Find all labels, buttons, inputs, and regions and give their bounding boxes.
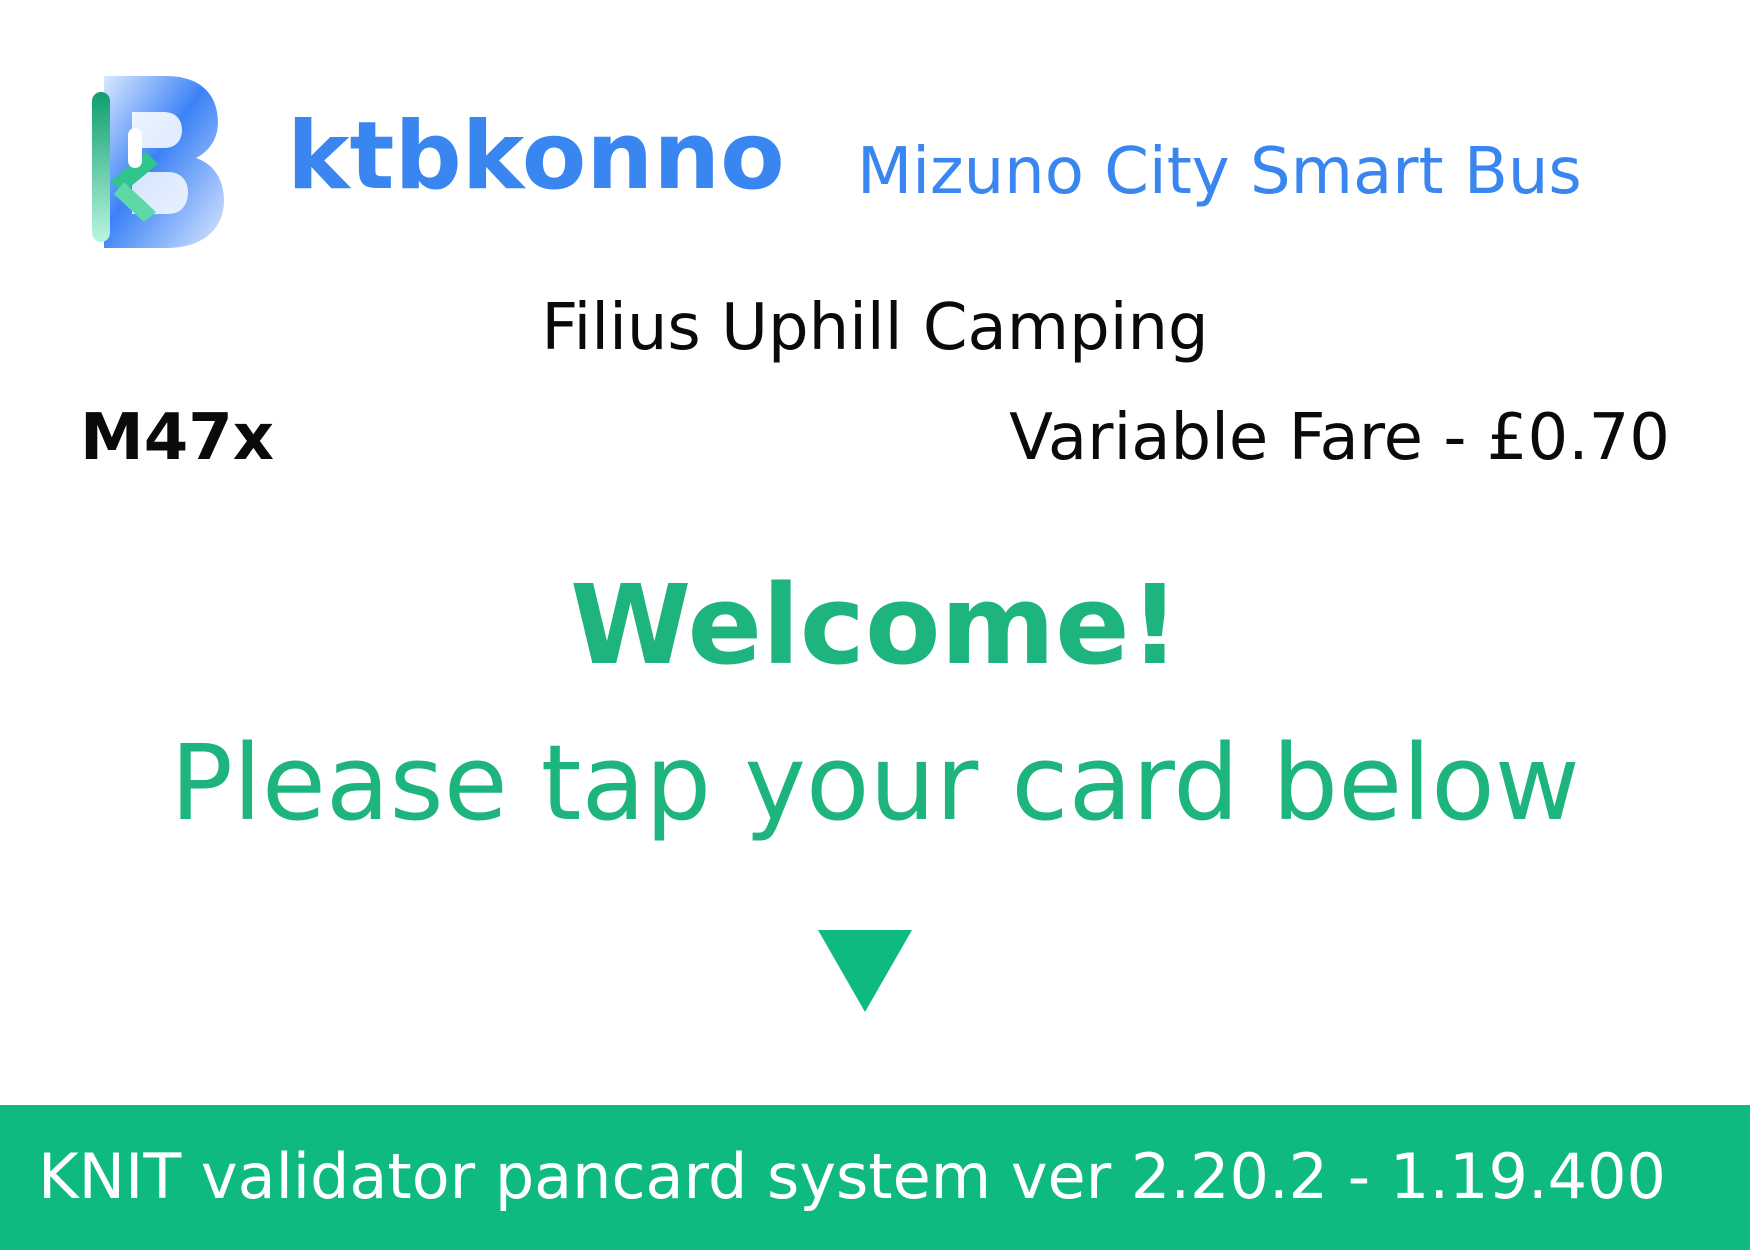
service-name: Mizuno City Smart Bus	[857, 135, 1582, 209]
system-version-text: KNIT validator pancard system ver 2.20.2…	[38, 1140, 1666, 1213]
down-triangle-icon	[818, 930, 912, 1012]
fare-info: Variable Fare - £0.70	[1009, 401, 1670, 475]
stop-name: Filius Uphill Camping	[541, 291, 1209, 365]
validator-screen: ktbkonno Mizuno City Smart Bus Filius Up…	[0, 0, 1750, 1250]
welcome-message: Welcome!	[570, 561, 1180, 689]
route-number: M47x	[80, 401, 275, 475]
tap-card-instruction: Please tap your card below	[170, 722, 1580, 844]
brand-name: ktbkonno	[287, 102, 785, 211]
system-footer: KNIT validator pancard system ver 2.20.2…	[0, 1105, 1750, 1250]
ktbkonno-logo-icon	[86, 72, 226, 252]
